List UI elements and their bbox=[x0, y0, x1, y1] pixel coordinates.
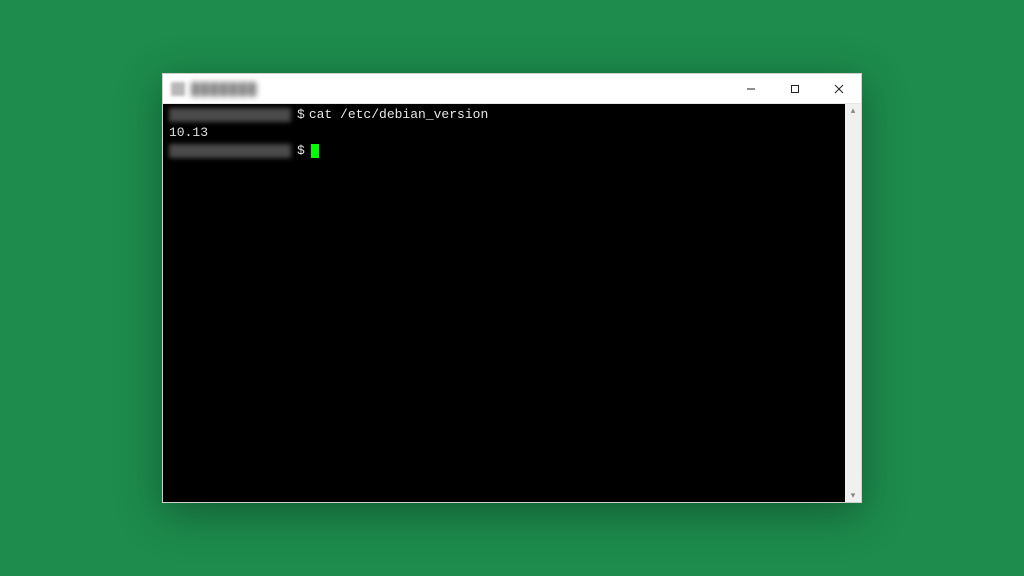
terminal-line-output: 10.13 bbox=[169, 124, 839, 142]
command-output: 10.13 bbox=[169, 124, 208, 142]
window-title: ███████ bbox=[191, 82, 258, 96]
terminal-content[interactable]: $ cat /etc/debian_version 10.13 $ bbox=[163, 104, 845, 502]
terminal-body: $ cat /etc/debian_version 10.13 $ ▴ ▾ bbox=[163, 104, 861, 502]
scroll-down-arrow-icon[interactable]: ▾ bbox=[851, 491, 856, 500]
terminal-cursor bbox=[311, 144, 319, 158]
close-button[interactable] bbox=[817, 74, 861, 103]
window-app-icon bbox=[171, 82, 185, 96]
command-text: cat /etc/debian_version bbox=[309, 106, 488, 124]
maximize-button[interactable] bbox=[773, 74, 817, 103]
window-controls bbox=[729, 74, 861, 103]
prompt-symbol: $ bbox=[297, 106, 305, 124]
scroll-up-arrow-icon[interactable]: ▴ bbox=[851, 106, 856, 115]
shell-prompt-redacted bbox=[169, 108, 291, 122]
terminal-window: ███████ $ cat /etc/debian_version 10.13 bbox=[162, 73, 862, 503]
prompt-symbol: $ bbox=[297, 142, 305, 160]
shell-prompt-redacted bbox=[169, 144, 291, 158]
vertical-scrollbar[interactable]: ▴ ▾ bbox=[845, 104, 861, 502]
minimize-button[interactable] bbox=[729, 74, 773, 103]
terminal-line-prompt: $ bbox=[169, 142, 839, 160]
window-titlebar[interactable]: ███████ bbox=[163, 74, 861, 104]
terminal-line-command: $ cat /etc/debian_version bbox=[169, 106, 839, 124]
titlebar-left: ███████ bbox=[171, 82, 258, 96]
